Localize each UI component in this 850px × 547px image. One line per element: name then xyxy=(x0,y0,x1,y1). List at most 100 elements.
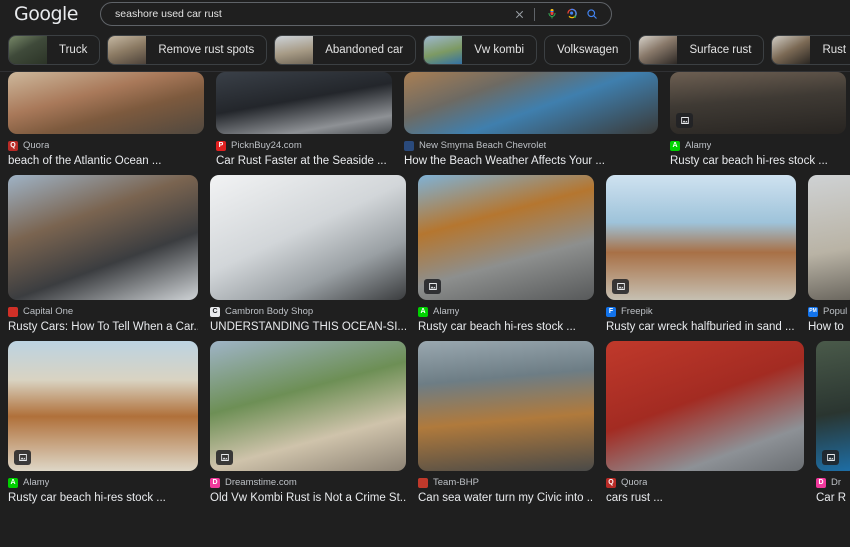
image-result-card[interactable]: Q Quora beach of the Atlantic Ocean ... xyxy=(8,72,204,169)
result-thumbnail[interactable] xyxy=(404,72,658,134)
chip-abandoned-car[interactable]: Abandoned car xyxy=(274,35,417,65)
chip-label: Rust repair xyxy=(822,44,850,56)
result-thumbnail[interactable] xyxy=(8,341,198,471)
result-title[interactable]: Rusty Cars: How To Tell When a Car... xyxy=(8,320,198,335)
search-bar[interactable]: seashore used car rust xyxy=(100,2,613,26)
result-row: A Alamy Rusty car beach hi-res stock ... D D… xyxy=(8,341,850,506)
result-title[interactable]: How the Beach Weather Affects Your ... xyxy=(404,154,658,169)
result-title[interactable]: Car R xyxy=(816,491,850,506)
result-source[interactable]: PM Popul xyxy=(808,305,850,318)
result-source[interactable]: P PicknBuy24.com xyxy=(216,139,392,152)
result-source[interactable]: A Alamy xyxy=(670,139,846,152)
image-results-grid: Q Quora beach of the Atlantic Ocean ... P Pi… xyxy=(0,72,850,506)
chip-thumbnail xyxy=(424,36,463,64)
result-thumbnail[interactable] xyxy=(8,72,204,134)
source-name: Alamy xyxy=(685,140,712,151)
result-source[interactable]: Team-BHP xyxy=(418,476,594,489)
source-name: PicknBuy24.com xyxy=(231,140,302,151)
result-thumbnail[interactable] xyxy=(670,72,846,134)
chip-volkswagen[interactable]: Volkswagen xyxy=(544,35,632,65)
chip-truck[interactable]: Truck xyxy=(8,35,101,65)
result-source[interactable]: D Dr xyxy=(816,476,850,489)
result-thumbnail[interactable] xyxy=(8,175,198,300)
result-thumbnail[interactable] xyxy=(216,72,392,134)
source-favicon-icon xyxy=(404,140,414,151)
result-title[interactable]: Rusty car beach hi-res stock ... xyxy=(670,154,846,169)
result-thumbnail[interactable] xyxy=(210,341,406,471)
chip-surface-rust[interactable]: Surface rust xyxy=(638,35,765,65)
source-favicon-icon: Q xyxy=(606,477,616,488)
chip-label: Volkswagen xyxy=(557,44,619,56)
chip-list[interactable]: Truck Remove rust spots Abandoned car Vw ko… xyxy=(0,28,850,72)
image-result-card[interactable]: A Alamy Rusty car beach hi-res stock ... xyxy=(418,175,594,335)
source-favicon-icon: D xyxy=(816,477,826,488)
image-badge-icon xyxy=(612,279,629,294)
source-name: Team-BHP xyxy=(433,477,479,488)
image-result-card[interactable]: A Alamy Rusty car beach hi-res stock ... xyxy=(8,341,198,506)
google-logo[interactable]: Google xyxy=(14,3,79,25)
chip-label: Truck xyxy=(59,44,88,56)
source-name: Alamy xyxy=(23,477,50,488)
result-source[interactable]: C Cambron Body Shop xyxy=(210,305,406,318)
result-title[interactable]: cars rust ... xyxy=(606,491,804,506)
source-favicon-icon: P xyxy=(216,140,226,151)
image-result-card[interactable]: P PicknBuy24.com Car Rust Faster at the Se… xyxy=(216,72,392,169)
result-thumbnail[interactable] xyxy=(418,175,594,300)
result-title[interactable]: Rusty car wreck halfburied in sand ... xyxy=(606,320,796,335)
result-source[interactable]: New Smyrna Beach Chevrolet xyxy=(404,139,658,152)
chip-vw-kombi[interactable]: Vw kombi xyxy=(423,35,538,65)
result-title[interactable]: Rusty car beach hi-res stock ... xyxy=(418,320,594,335)
chip-rust-repair[interactable]: Rust repair xyxy=(771,35,850,65)
image-result-card[interactable]: Q Quora cars rust ... xyxy=(606,341,804,506)
result-title[interactable]: beach of the Atlantic Ocean ... xyxy=(8,154,204,169)
result-thumbnail[interactable] xyxy=(606,341,804,471)
close-icon[interactable] xyxy=(510,5,528,23)
search-header: Google seashore used car rust xyxy=(0,0,850,28)
image-result-card[interactable]: A Alamy Rusty car beach hi-res stock ... xyxy=(670,72,846,169)
result-thumbnail[interactable] xyxy=(418,341,594,471)
chip-thumbnail xyxy=(275,36,314,64)
result-title[interactable]: UNDERSTANDING THIS OCEAN-SI... xyxy=(210,320,406,335)
search-divider xyxy=(534,7,536,21)
result-title[interactable]: How to xyxy=(808,320,850,335)
result-title[interactable]: Rusty car beach hi-res stock ... xyxy=(8,491,198,506)
image-badge-icon xyxy=(14,450,31,465)
result-thumbnail[interactable] xyxy=(606,175,796,300)
chip-remove-rust-spots[interactable]: Remove rust spots xyxy=(107,35,268,65)
result-source[interactable]: A Alamy xyxy=(8,476,198,489)
result-thumbnail[interactable] xyxy=(816,341,850,471)
image-result-card[interactable]: D Dr Car R xyxy=(816,341,850,506)
result-title[interactable]: Car Rust Faster at the Seaside ... xyxy=(216,154,392,169)
result-source[interactable]: Q Quora xyxy=(606,476,804,489)
image-result-card[interactable]: Capital One Rusty Cars: How To Tell When … xyxy=(8,175,198,335)
search-icon[interactable] xyxy=(583,5,601,23)
source-name: Quora xyxy=(23,140,50,151)
result-thumbnail[interactable] xyxy=(210,175,406,300)
result-meta: Q Quora beach of the Atlantic Ocean ... xyxy=(8,134,204,169)
image-result-card[interactable]: F Freepik Rusty car wreck halfburied in sa… xyxy=(606,175,796,335)
microphone-icon[interactable] xyxy=(543,5,561,23)
source-name: Capital One xyxy=(23,306,74,317)
result-source[interactable]: Capital One xyxy=(8,305,198,318)
result-thumbnail[interactable] xyxy=(808,175,850,300)
result-source[interactable]: Q Quora xyxy=(8,139,204,152)
result-meta: Capital One Rusty Cars: How To Tell When … xyxy=(8,300,198,335)
source-name: Dr xyxy=(831,477,842,488)
search-input[interactable]: seashore used car rust xyxy=(115,8,508,20)
result-source[interactable]: F Freepik xyxy=(606,305,796,318)
chip-label: Surface rust xyxy=(689,44,752,56)
image-result-card[interactable]: New Smyrna Beach Chevrolet How the Beach … xyxy=(404,72,658,169)
result-title[interactable]: Can sea water turn my Civic into ... xyxy=(418,491,594,506)
source-favicon-icon: A xyxy=(418,306,428,317)
result-source[interactable]: D Dreamstime.com xyxy=(210,476,406,489)
result-row: Capital One Rusty Cars: How To Tell When … xyxy=(8,175,850,335)
image-result-card[interactable]: C Cambron Body Shop UNDERSTANDING THIS OCE… xyxy=(210,175,406,335)
image-result-card[interactable]: Team-BHP Can sea water turn my Civic into… xyxy=(418,341,594,506)
result-title[interactable]: Old Vw Kombi Rust is Not a Crime St... xyxy=(210,491,406,506)
image-result-card[interactable]: D Dreamstime.com Old Vw Kombi Rust is Not … xyxy=(210,341,406,506)
chip-label: Vw kombi xyxy=(474,44,525,56)
google-lens-icon[interactable] xyxy=(563,5,581,23)
result-meta: C Cambron Body Shop UNDERSTANDING THIS OCE… xyxy=(210,300,406,335)
image-result-card[interactable]: PM Popul How to xyxy=(808,175,850,335)
result-source[interactable]: A Alamy xyxy=(418,305,594,318)
